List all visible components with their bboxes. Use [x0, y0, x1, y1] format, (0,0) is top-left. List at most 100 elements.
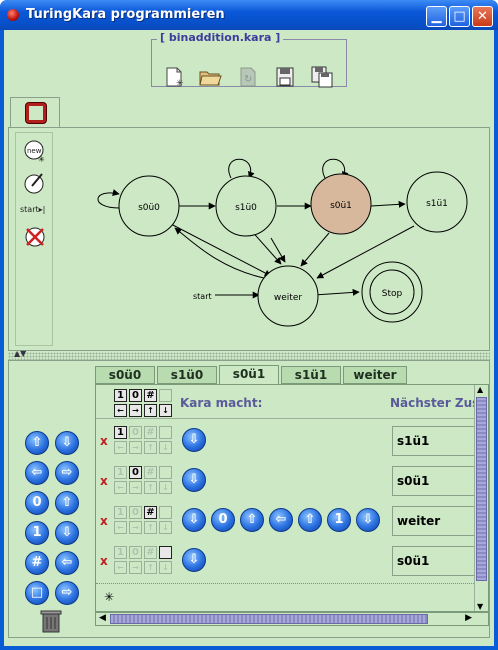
client-area: ✳ ↻ [ binaddition.kara ] new ✳ start▸| s… — [4, 30, 494, 646]
scroll-left-icon[interactable]: ◀ — [99, 613, 106, 623]
read-pattern[interactable]: 10 # ← → ↑ ↓ — [114, 506, 174, 538]
vertical-scrollbar[interactable]: ▲ ▼ — [474, 385, 488, 611]
next-state-header: Nächster Zustand — [390, 396, 476, 410]
save-as-icon[interactable] — [310, 66, 334, 88]
state-node-selected[interactable]: s0ü1 — [310, 173, 372, 235]
start-label: start — [193, 292, 212, 301]
table-row[interactable]: x 1 0 # ← → ↑ ↓ ⇩ s0ü1 — [96, 543, 476, 579]
tab-s0u0[interactable]: s0ü0 — [95, 366, 155, 384]
action-down[interactable]: ⇩ — [182, 468, 206, 492]
new-row[interactable]: ✳ — [96, 583, 476, 609]
read-pattern[interactable]: 1 0 # ← → ↑ ↓ — [114, 546, 174, 578]
add-row-icon[interactable]: ✳ — [104, 590, 114, 604]
horizontal-scroll-thumb[interactable] — [110, 614, 428, 624]
collapse-arrows-icon[interactable]: ▲▼ — [14, 349, 26, 358]
right-over-command[interactable]: ⇨ — [55, 581, 79, 605]
scroll-up-icon[interactable]: ▲ — [477, 385, 483, 394]
state-label: s0ü1 — [330, 201, 352, 211]
read-symbol-empty — [159, 546, 172, 559]
kara-app-icon — [7, 9, 19, 21]
delete-state-icon[interactable] — [23, 225, 47, 249]
file-name-label: [ binaddition.kara ] — [157, 31, 284, 44]
action-up[interactable]: ⇧ — [298, 508, 322, 532]
move-down-command[interactable]: ⇩ — [55, 431, 79, 455]
trash-icon[interactable] — [40, 609, 62, 633]
write-0-command[interactable]: 0 — [25, 491, 49, 515]
down-over-command[interactable]: ⇩ — [55, 521, 79, 545]
state-graph: s0ü0 s1ü0 s0ü1 s1ü1 weiter Stop start — [97, 158, 468, 327]
move-left-command[interactable]: ⇦ — [25, 461, 49, 485]
table-row[interactable]: x 1 0 # ← → ↑ ↓ ⇩ s1ü1 — [96, 423, 476, 459]
minimize-icon: ▁ — [431, 9, 442, 24]
state-node[interactable]: weiter — [257, 265, 319, 327]
left-over-command[interactable]: ⇦ — [55, 551, 79, 575]
action-write-1[interactable]: 1 — [327, 508, 351, 532]
tab-s1u0[interactable]: s1ü0 — [157, 366, 217, 384]
table-row[interactable]: x 10 # ← → ↑ ↓ ⇩ 0 ⇧ ⇦ ⇧ 1 ⇩ weiter — [96, 503, 476, 539]
tab-weiter[interactable]: weiter — [343, 366, 407, 384]
symbol-hash: # — [144, 389, 157, 402]
action-down[interactable]: ⇩ — [356, 508, 380, 532]
action-down[interactable]: ⇩ — [182, 508, 206, 532]
symbol-empty — [159, 389, 172, 402]
scroll-down-icon[interactable]: ▼ — [477, 602, 483, 611]
read-pattern[interactable]: 1 0 # ← → ↑ ↓ — [114, 466, 174, 498]
state-label: weiter — [274, 293, 302, 303]
delete-row-icon[interactable]: x — [100, 554, 108, 568]
next-state-field[interactable]: s0ü1 — [392, 466, 476, 496]
svg-text:✳: ✳ — [38, 155, 45, 163]
kara-action-header: Kara macht: — [180, 396, 263, 410]
state-diagram-tab[interactable] — [10, 97, 60, 127]
next-state-field[interactable]: s0ü1 — [392, 546, 476, 576]
header-symbols: 1 0 # ← → ↑ ↓ — [114, 389, 174, 421]
maximize-button[interactable]: □ — [449, 6, 470, 27]
state-node[interactable]: s1ü1 — [406, 171, 468, 233]
move-up-command[interactable]: ⇧ — [25, 431, 49, 455]
command-palette: ⇧ ⇩ ⇦ ⇨ 0 ⇧ 1 ⇩ # ⇦ □ ⇨ — [17, 431, 83, 633]
delete-row-icon[interactable]: x — [100, 514, 108, 528]
panel-splitter[interactable]: ▲▼ — [8, 349, 490, 360]
edit-transition-icon[interactable] — [23, 171, 47, 195]
state-label: s1ü0 — [235, 203, 257, 213]
open-folder-icon[interactable] — [198, 66, 222, 88]
table-row[interactable]: x 1 0 # ← → ↑ ↓ ⇩ s0ü1 — [96, 463, 476, 499]
close-button[interactable]: ✕ — [472, 6, 493, 27]
svg-text:✳: ✳ — [176, 79, 184, 88]
start-tool-label: start — [20, 205, 39, 214]
file-toolbox: ✳ ↻ — [151, 39, 347, 88]
symbol-1: 1 — [114, 389, 127, 402]
read-pattern[interactable]: 1 0 # ← → ↑ ↓ — [114, 426, 174, 458]
next-state-field[interactable]: weiter — [392, 506, 476, 536]
new-file-icon[interactable]: ✳ — [162, 66, 186, 88]
state-node[interactable]: s0ü0 — [118, 175, 180, 237]
minimize-button[interactable]: ▁ — [426, 6, 447, 27]
stop-state-node[interactable]: Stop — [361, 261, 423, 323]
reload-icon[interactable]: ↻ — [236, 66, 260, 88]
write-blank-command[interactable]: □ — [25, 581, 49, 605]
save-icon[interactable] — [273, 66, 297, 88]
move-right-command[interactable]: ⇨ — [55, 461, 79, 485]
scroll-right-icon[interactable]: ▶ — [465, 613, 472, 623]
delete-row-icon[interactable]: x — [100, 474, 108, 488]
next-state-field[interactable]: s1ü1 — [392, 426, 476, 456]
transition-table: 1 0 # ← → ↑ ↓ Kara macht: Nächster Zusta… — [95, 384, 489, 612]
action-up[interactable]: ⇧ — [240, 508, 264, 532]
vertical-scroll-thumb[interactable] — [476, 397, 487, 581]
horizontal-scrollbar[interactable]: ◀ ▶ — [95, 612, 489, 626]
write-hash-command[interactable]: # — [25, 551, 49, 575]
tab-s0u1[interactable]: s0ü1 — [219, 365, 279, 385]
new-state-icon[interactable]: new✳ — [23, 139, 47, 163]
main-window: TuringKara programmieren ▁ □ ✕ ✳ ↻ [ bin… — [0, 0, 498, 650]
delete-row-icon[interactable]: x — [100, 434, 108, 448]
action-down[interactable]: ⇩ — [182, 428, 206, 452]
tab-s1u1[interactable]: s1ü1 — [281, 366, 341, 384]
symbol-0: 0 — [129, 389, 142, 402]
write-1-command[interactable]: 1 — [25, 521, 49, 545]
action-write-0[interactable]: 0 — [211, 508, 235, 532]
set-start-tool[interactable]: start▸| — [20, 205, 45, 214]
action-left[interactable]: ⇦ — [269, 508, 293, 532]
action-down[interactable]: ⇩ — [182, 548, 206, 572]
state-node[interactable]: s1ü0 — [215, 175, 277, 237]
state-diagram-icon — [26, 103, 46, 123]
up-over-command[interactable]: ⇧ — [55, 491, 79, 515]
